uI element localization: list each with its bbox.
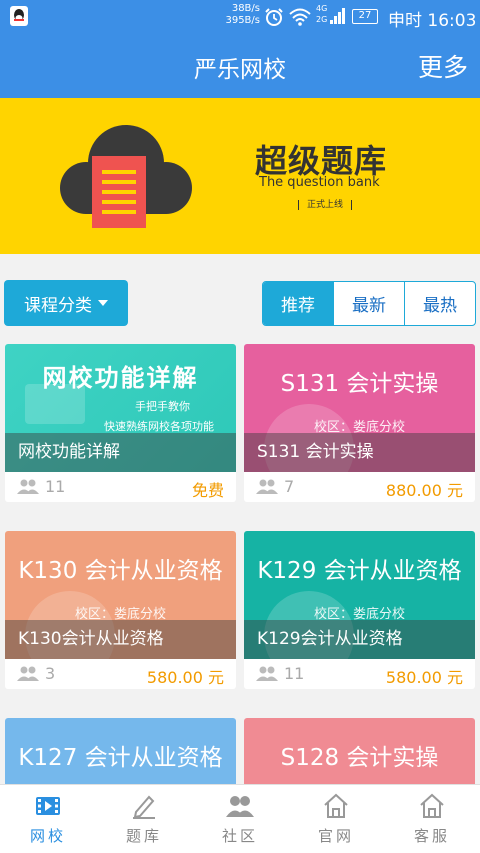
people-icon [17,479,39,494]
clock: 申时 16:03 [388,11,477,31]
course-price: 580.00 元 [146,668,224,687]
service-icon [420,793,444,818]
sort-tabs: 推荐 最新 最热 [262,281,476,326]
course-meta: 11 580.00 元 [244,659,475,689]
film-icon [36,797,60,815]
nav-official-site[interactable]: 官网 [288,785,384,853]
qq-icon [10,6,28,26]
course-price: 880.00 元 [385,481,463,500]
course-meta: 3 580.00 元 [5,659,236,689]
people-icon [17,666,39,681]
page-title: 严乐网校 [194,57,286,83]
network-speed: 38B/s 395B/s [218,3,260,27]
course-meta: 11 免费 [5,472,236,502]
nav-label: 题库 [125,827,162,845]
nav-community[interactable]: 社区 [192,785,288,853]
course-name: 网校功能详解 [5,433,236,472]
course-price: 580.00 元 [385,668,463,687]
tab-recommended[interactable]: 推荐 [263,282,333,325]
category-dropdown[interactable]: 课程分类 [4,280,128,326]
nav-question-bank[interactable]: 题库 [96,785,192,853]
home-icon [324,793,348,818]
alarm-icon [265,8,283,26]
community-icon [226,796,254,817]
more-button[interactable]: 更多 [418,48,468,84]
nav-school[interactable]: 网校 [0,785,96,853]
course-card[interactable]: 网校功能详解 手把手教你 快速熟练网校各项功能 网校功能详解 11 免费 [5,344,236,502]
banner-tag-text: 正式上线 [307,200,344,210]
course-meta: 7 880.00 元 [244,472,475,502]
download-speed: 395B/s [225,15,260,26]
cover-title: K127 会计从业资格 [18,745,223,771]
tab-hottest[interactable]: 最热 [404,282,475,325]
banner-subtitle: The question bank [259,175,380,190]
course-price: 免费 [191,481,224,500]
cover-subtitle: 手把手教你 [135,400,190,413]
course-card[interactable]: S131 会计实操 校区：娄底分校 S131 会计实操 7 880.00 元 [244,344,475,502]
signal-label-2g: 2G [316,15,328,24]
promo-banner[interactable]: 超级题库 The question bank 正式上线 [0,98,480,254]
cover-title: 网校功能详解 [42,363,199,392]
cover-title: S128 会计实操 [280,745,439,771]
wifi-icon [289,8,311,26]
signal-bars-icon [330,8,345,24]
course-name: K130会计从业资格 [5,620,236,659]
student-count: 11 [284,664,305,683]
nav-label: 客服 [413,827,450,845]
nav-customer-service[interactable]: 客服 [384,785,480,853]
cover-title: K129 会计从业资格 [257,558,462,584]
course-cover: S131 会计实操 校区：娄底分校 S131 会计实操 [244,344,475,472]
cloud-document-icon [60,125,192,228]
signal-label-4g: 4G [316,4,328,13]
cover-title: S131 会计实操 [280,371,439,397]
course-cover: K130 会计从业资格 校区：娄底分校 K130会计从业资格 [5,531,236,659]
nav-label: 官网 [317,827,354,845]
course-name: K129会计从业资格 [244,620,475,659]
nav-label: 网校 [29,827,66,845]
nav-label: 社区 [221,827,258,845]
student-count: 7 [284,477,295,496]
student-count: 3 [45,664,56,683]
pen-icon [133,795,155,819]
course-name: S131 会计实操 [244,433,475,472]
battery-indicator: 27 [352,9,378,24]
course-card[interactable]: K129 会计从业资格 校区：娄底分校 K129会计从业资格 11 580.00… [244,531,475,689]
upload-speed: 38B/s [231,3,260,14]
course-cover: 网校功能详解 手把手教你 快速熟练网校各项功能 网校功能详解 [5,344,236,472]
signal-type: 4G 2G [316,3,327,25]
course-cover: K129 会计从业资格 校区：娄底分校 K129会计从业资格 [244,531,475,659]
category-label: 课程分类 [24,295,92,316]
app-header: 严乐网校 更多 [0,33,480,98]
cover-title: K130 会计从业资格 [18,558,223,584]
caret-down-icon [98,300,108,306]
people-icon [256,479,278,494]
bottom-nav: 网校 题库 社区 官网 客服 [0,784,480,853]
tab-newest[interactable]: 最新 [333,282,404,325]
course-card[interactable]: K130 会计从业资格 校区：娄底分校 K130会计从业资格 3 580.00 … [5,531,236,689]
app-screen: 38B/s 395B/s 4G 2G 27 申时 16:03 严乐网校 更多 超… [0,0,480,853]
student-count: 11 [45,477,66,496]
banner-tag: 正式上线 [290,197,360,210]
people-icon [256,666,278,681]
cover-subtitle: 快速熟练网校各项功能 [104,420,214,433]
status-bar: 38B/s 395B/s 4G 2G 27 申时 16:03 [0,0,480,33]
